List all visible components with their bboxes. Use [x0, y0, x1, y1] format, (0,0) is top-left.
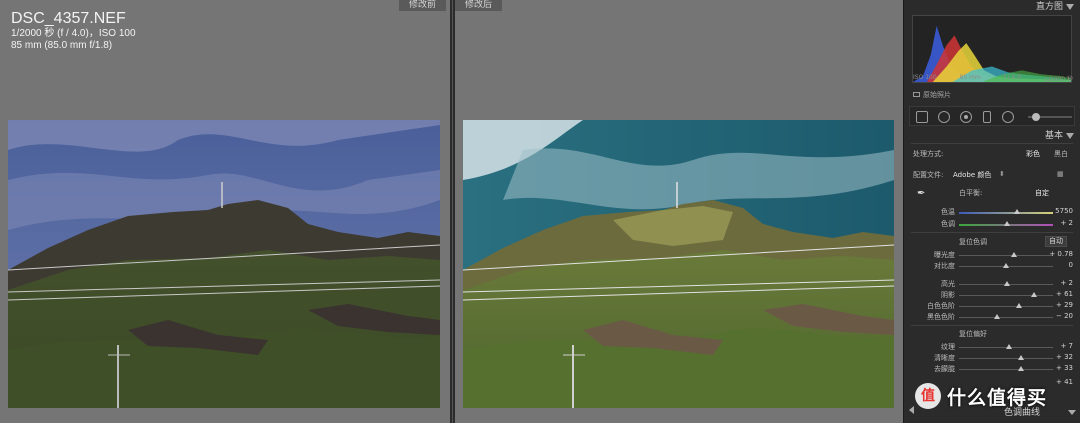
contrast-knob[interactable] [1003, 263, 1009, 268]
exposure-info: 1/2000 秒 (f / 4.0)，ISO 100 [11, 28, 136, 39]
clarity-knob[interactable] [1018, 355, 1025, 360]
histogram-meta: ISO 100 85 mm f / 4.0 1/2000 秒 [913, 74, 1073, 83]
spot-removal-icon[interactable] [938, 111, 950, 123]
histogram-header[interactable]: 直方图 [909, 1, 1077, 14]
presence-group-label[interactable]: 复位偏好 [909, 329, 1075, 339]
blacks-knob[interactable] [993, 314, 1000, 319]
before-photo[interactable] [8, 120, 440, 408]
wb-dropdown[interactable]: 自定 [1035, 188, 1049, 198]
watermark-logo-icon: 值 [915, 383, 941, 409]
collapse-triangle-icon[interactable] [1066, 133, 1074, 139]
treatment-bw-option[interactable]: 黑白 [1054, 149, 1068, 159]
auto-button[interactable]: 自动 [1045, 236, 1067, 247]
brush-slider-knob[interactable] [1032, 113, 1040, 121]
tool-strip [909, 106, 1075, 126]
after-tag: 修改后 [455, 0, 503, 11]
histogram [912, 15, 1072, 83]
before-tag: 修改前 [398, 0, 446, 11]
panel-side-collapse-icon[interactable] [909, 406, 914, 414]
chevron-down-icon[interactable]: ⬍ [999, 170, 1005, 178]
after-view: 修改后 [455, 0, 903, 423]
collapse-triangle-icon[interactable] [1066, 4, 1074, 10]
temp-knob[interactable] [1014, 209, 1021, 214]
tint-knob[interactable] [1003, 221, 1010, 226]
radial-filter-icon[interactable] [1002, 111, 1014, 123]
file-name: DSC_4357.NEF [11, 10, 126, 27]
original-photo-toggle[interactable]: 原始照片 [913, 90, 951, 100]
crop-icon[interactable] [916, 111, 928, 123]
texture-knob[interactable] [1005, 344, 1012, 349]
photo-info: DSC_4357.NEF 1/2000 秒 (f / 4.0)，ISO 100 … [11, 10, 136, 52]
checkbox-icon[interactable] [913, 92, 920, 97]
lens-info: 85 mm (85.0 mm f/1.8) [11, 40, 113, 51]
treatment-color-option[interactable]: 彩色 [1026, 149, 1040, 159]
after-photo[interactable] [463, 120, 894, 408]
tone-curve-header[interactable]: 色调曲线 [1004, 405, 1040, 418]
exposure-knob[interactable] [1010, 252, 1017, 257]
eyedropper-icon[interactable]: ✒ [917, 188, 925, 199]
dehaze-knob[interactable] [1018, 366, 1025, 371]
whites-knob[interactable] [1016, 303, 1023, 308]
red-eye-icon[interactable] [960, 111, 972, 123]
profile-dropdown[interactable]: Adobe 颜色 [953, 170, 991, 180]
collapse-triangle-icon[interactable] [1068, 410, 1076, 415]
shadows-knob[interactable] [1031, 292, 1038, 297]
before-view: 修改前 DSC_4357.NEF 1/2000 秒 (f / 4.0)，ISO … [0, 0, 450, 423]
profile-browser-icon[interactable]: ▦ [1057, 170, 1064, 178]
basic-header[interactable]: 基本 [909, 130, 1077, 143]
highlights-knob[interactable] [1003, 281, 1010, 286]
graduated-filter-icon[interactable] [983, 111, 991, 123]
